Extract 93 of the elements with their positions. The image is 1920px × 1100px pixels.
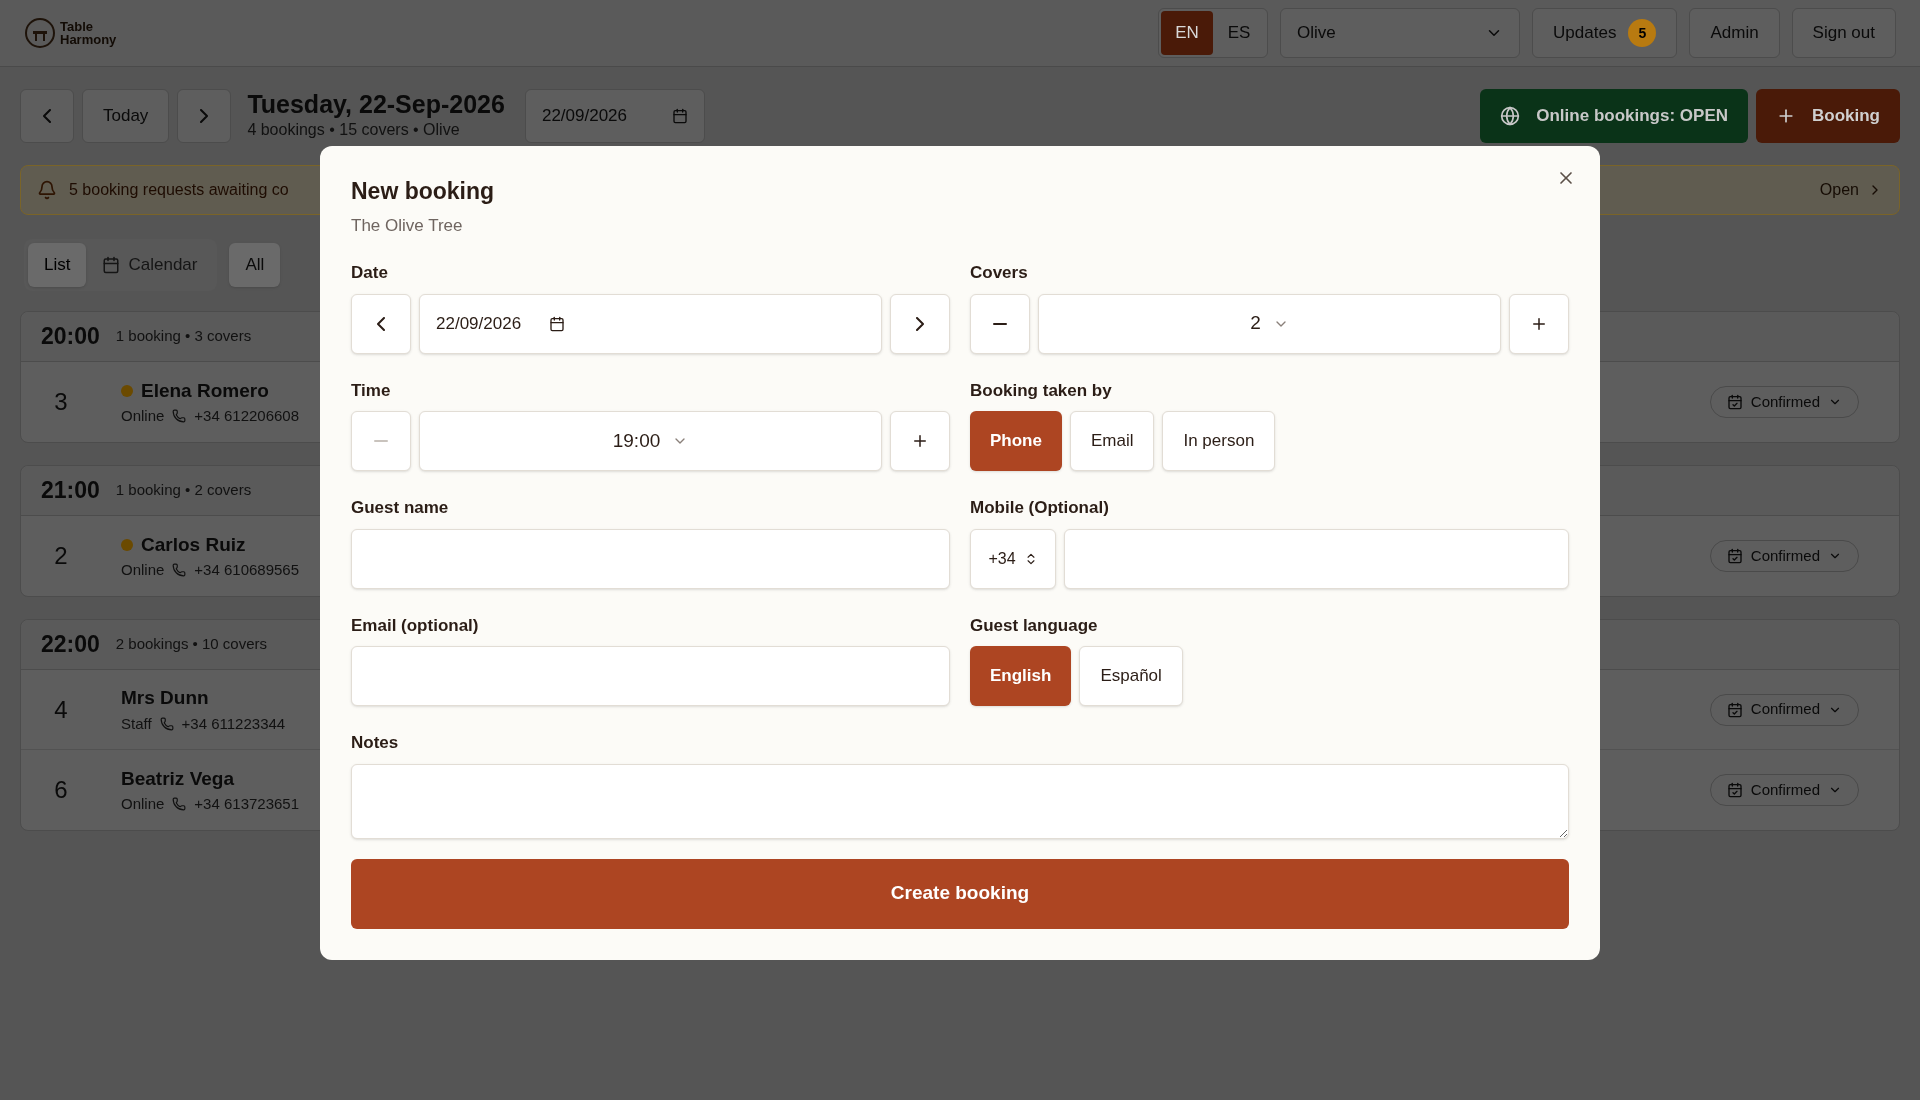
email-field[interactable] [351,646,950,706]
field-label: Booking taken by [970,379,1113,402]
bell-icon [37,180,57,200]
minus-icon [374,440,388,442]
calendar-icon [549,315,566,332]
field-label: Mobile (Optional) [970,497,1110,519]
guest-name: Beatriz Vega [121,766,234,791]
covers-count: 4 [53,694,69,725]
guest-name-field[interactable] [351,528,950,589]
field-label: Date [351,262,389,284]
open-link[interactable]: Open [1819,178,1883,202]
new-booking-button[interactable]: Booking [1756,89,1900,143]
calendar-check-icon [1726,394,1743,410]
decrease-covers-button[interactable] [970,293,1030,354]
group-time: 21:00 [41,476,100,506]
guest-name: Mrs Dunn [121,686,209,710]
phone-icon [172,797,187,812]
header-button[interactable]: Sign out [1791,8,1896,58]
calendar-check-icon [1726,782,1743,798]
notes-field[interactable] [351,763,1569,839]
field-label: Notes [351,732,400,754]
country-code-select[interactable]: +34 [970,528,1056,589]
next-day-button[interactable] [177,89,232,143]
phone-number: +34 613723651 [194,794,300,814]
option-button[interactable]: In person [1162,411,1276,471]
booking-source: Online [121,406,165,426]
restaurant-select[interactable]: Olive [1280,8,1521,58]
group-summary: 1 booking • 2 covers [115,480,252,501]
logo-text: Table Harmony [60,20,117,46]
alert-text: 5 booking requests awaiting co [69,180,289,200]
count-badge: 5 [1628,19,1657,47]
booking-source: Online [121,794,165,814]
group-summary: 2 bookings • 10 covers [115,634,267,655]
group-summary: 1 booking • 3 covers [115,326,252,347]
language-tab[interactable]: EN [1161,11,1214,55]
chevron-right-icon [200,109,209,123]
language-tab[interactable]: ES [1213,11,1266,55]
previous-date-button[interactable] [351,293,411,354]
phone-number: +34 611223344 [181,713,286,734]
dialog-title: New booking [351,177,496,206]
chevron-left-icon [43,109,51,123]
field-label: Guest name [351,497,450,519]
increase-time-button[interactable] [890,411,950,471]
covers-count: 2 [53,541,69,571]
date-field[interactable]: 22/09/2026 [419,293,882,354]
booking-source: Staff [121,713,152,734]
guest-name: Elena Romero [141,378,269,403]
phone-icon [159,716,174,731]
date-title: Tuesday, 22-Sep-2026 [247,90,505,118]
phone-number: +34 612206608 [194,406,300,426]
time-select[interactable]: 19:00 [419,411,882,471]
calendar-check-icon [1726,548,1743,564]
group-time: 20:00 [41,322,100,352]
filter-button[interactable]: All [229,243,281,287]
covers-count: 6 [53,775,69,805]
booking-source: Online [121,560,165,580]
chevron-left-icon [377,316,385,331]
globe-icon [1500,106,1521,126]
day-summary: 4 bookings • 15 covers • Olive [247,120,461,140]
option-button[interactable]: English [970,646,1072,706]
online-bookings-button[interactable]: Online bookings: OPEN [1480,89,1748,143]
chevron-right-icon [916,316,924,331]
phone-icon [172,563,187,578]
mobile-field[interactable] [1064,528,1569,589]
calendar-icon [102,256,121,274]
view-tab[interactable]: List [28,243,87,287]
field-label: Guest language [970,614,1099,637]
field-label: Covers [970,262,1029,284]
plus-icon [911,432,929,450]
minus-icon [993,322,1007,325]
option-button[interactable]: Español [1079,646,1183,706]
option-button[interactable]: Phone [970,411,1062,471]
today-button[interactable]: Today [82,89,170,143]
phone-icon [172,409,187,424]
increase-covers-button[interactable] [1509,293,1569,354]
guest-name: Carlos Ruiz [141,532,246,557]
field-label: Time [351,379,392,402]
calendar-icon [671,108,688,124]
calendar-check-icon [1726,701,1743,718]
updates-button[interactable]: Updates 5 [1532,8,1678,58]
dialog-subtitle: The Olive Tree [351,214,464,237]
logo-icon [24,17,56,49]
covers-select[interactable]: 2 [1038,293,1501,354]
header-button[interactable]: Admin [1689,8,1780,58]
previous-day-button[interactable] [20,89,74,143]
create-booking-button[interactable]: Create booking [351,858,1569,929]
field-label: Email (optional) [351,614,480,637]
date-input[interactable]: 22/09/2026 [524,89,705,143]
phone-number: +34 610689565 [194,560,300,580]
covers-count: 3 [53,387,69,417]
option-button[interactable]: Email [1069,411,1155,471]
next-date-button[interactable] [890,293,950,354]
group-time: 22:00 [41,630,100,660]
